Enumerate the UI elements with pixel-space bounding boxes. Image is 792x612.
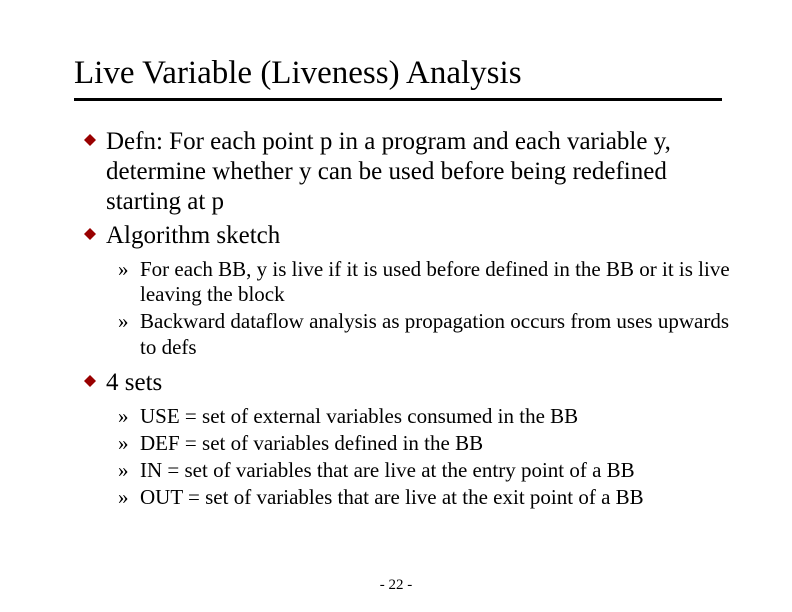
sub-bullet: » Backward dataflow analysis as propagat… bbox=[118, 309, 732, 359]
sub-bullet-text: Backward dataflow analysis as propagatio… bbox=[140, 309, 732, 359]
raquo-bullet-icon: » bbox=[118, 309, 140, 334]
sub-bullet-text: IN = set of variables that are live at t… bbox=[140, 458, 635, 483]
sub-bullet: » USE = set of external variables consum… bbox=[118, 404, 732, 429]
sub-bullet: » IN = set of variables that are live at… bbox=[118, 458, 732, 483]
sub-bullet-text: OUT = set of variables that are live at … bbox=[140, 485, 644, 510]
raquo-bullet-icon: » bbox=[118, 458, 140, 483]
top-bullet-list: 4 sets bbox=[60, 368, 732, 398]
bullet-algorithm: Algorithm sketch bbox=[84, 221, 732, 251]
sub-bullet: » OUT = set of variables that are live a… bbox=[118, 485, 732, 510]
diamond-bullet-icon bbox=[84, 375, 106, 387]
raquo-bullet-icon: » bbox=[118, 404, 140, 429]
sub-bullet: » DEF = set of variables defined in the … bbox=[118, 431, 732, 456]
slide-title: Live Variable (Liveness) Analysis bbox=[74, 55, 722, 101]
bullet-text: Defn: For each point p in a program and … bbox=[106, 127, 732, 217]
diamond-bullet-icon bbox=[84, 228, 106, 240]
algorithm-sub-list: » For each BB, y is live if it is used b… bbox=[60, 257, 732, 360]
top-bullet-list: Defn: For each point p in a program and … bbox=[60, 127, 732, 251]
raquo-bullet-icon: » bbox=[118, 485, 140, 510]
sub-bullet-text: DEF = set of variables defined in the BB bbox=[140, 431, 483, 456]
sub-bullet-text: USE = set of external variables consumed… bbox=[140, 404, 578, 429]
slide: Live Variable (Liveness) Analysis Defn: … bbox=[0, 0, 792, 612]
bullet-text: 4 sets bbox=[106, 368, 162, 398]
page-number: - 22 - bbox=[0, 577, 792, 594]
sets-sub-list: » USE = set of external variables consum… bbox=[60, 404, 732, 511]
sub-bullet: » For each BB, y is live if it is used b… bbox=[118, 257, 732, 307]
bullet-defn: Defn: For each point p in a program and … bbox=[84, 127, 732, 217]
bullet-text: Algorithm sketch bbox=[106, 221, 280, 251]
sub-bullet-text: For each BB, y is live if it is used bef… bbox=[140, 257, 732, 307]
bullet-sets: 4 sets bbox=[84, 368, 732, 398]
diamond-bullet-icon bbox=[84, 134, 106, 146]
raquo-bullet-icon: » bbox=[118, 431, 140, 456]
raquo-bullet-icon: » bbox=[118, 257, 140, 282]
